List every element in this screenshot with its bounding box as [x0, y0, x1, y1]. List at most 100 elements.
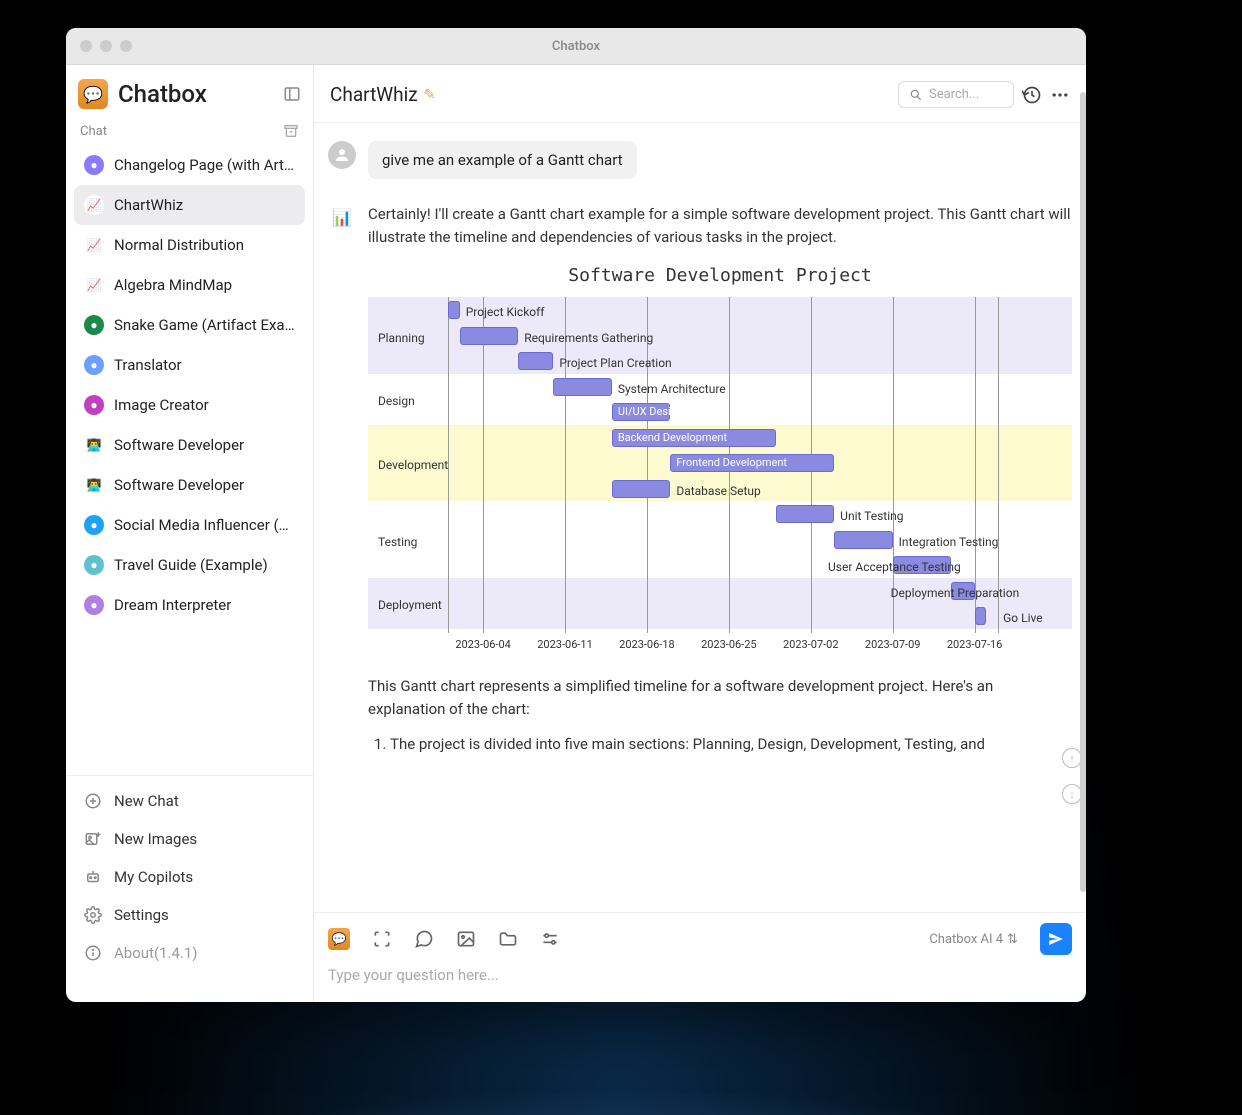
new-images-label: New Images [114, 830, 197, 848]
scroll-indicators[interactable]: ↑ ↓ [1062, 748, 1082, 804]
gantt-bar-label: Frontend Development [676, 454, 787, 471]
sidebar-item-label: Normal Distribution [114, 236, 244, 254]
search-icon [909, 88, 923, 102]
zoom-icon[interactable] [120, 40, 132, 52]
content-pane: ChartWhiz ✎ give me an example of a Gant… [314, 65, 1086, 1002]
sidebar-item-8[interactable]: 👨‍💻Software Developer [74, 465, 305, 505]
new-chat-button[interactable]: New Chat [74, 782, 305, 820]
gantt-bar-label: Integration Testing [899, 533, 999, 552]
gantt-bar-label: Go Live [1003, 609, 1042, 628]
bot-intro-text: Certainly! I'll create a Gantt chart exa… [368, 203, 1072, 250]
sidebar-item-4[interactable]: ●Snake Game (Artifact Exa... [74, 305, 305, 345]
new-images-button[interactable]: New Images [74, 820, 305, 858]
about-button[interactable]: About(1.4.1) [74, 934, 305, 972]
axis-tick: 2023-06-11 [537, 636, 593, 653]
gantt-bar-label: Project Plan Creation [559, 354, 671, 373]
sidebar-item-label: ChartWhiz [114, 196, 183, 214]
chat-list: ●Changelog Page (with Arti...📈ChartWhiz📈… [66, 145, 313, 775]
bot-avatar-icon: 📊 [328, 203, 356, 231]
sidebar-item-2[interactable]: 📈Normal Distribution [74, 225, 305, 265]
chevron-updown-icon: ⇅ [1007, 932, 1018, 947]
settings-label: Settings [114, 906, 169, 924]
history-icon[interactable] [1022, 85, 1042, 105]
search-input[interactable] [929, 87, 997, 102]
sidebar-item-label: Snake Game (Artifact Exa... [114, 316, 295, 334]
messages: give me an example of a Gantt chart 📊 Ce… [314, 123, 1086, 912]
axis-tick: 2023-06-04 [455, 636, 511, 653]
folder-icon[interactable] [498, 929, 518, 949]
bot-outro-text: This Gantt chart represents a simplified… [368, 675, 1072, 722]
settings-button[interactable]: Settings [74, 896, 305, 934]
send-button[interactable] [1040, 923, 1072, 955]
composer: 💬 Chatbox AI 4 ⇅ [314, 912, 1086, 1002]
sidebar-item-11[interactable]: ●Dream Interpreter [74, 585, 305, 625]
sidebar-item-label: Travel Guide (Example) [114, 556, 268, 574]
plus-circle-icon [84, 792, 102, 810]
gantt-bar-label: Project Kickoff [466, 303, 545, 322]
titlebar: Chatbox [66, 28, 1086, 65]
chat-section-label: Chat [80, 124, 107, 139]
sidebar-item-10[interactable]: ●Travel Guide (Example) [74, 545, 305, 585]
close-icon[interactable] [80, 40, 92, 52]
gantt-section-label: Testing [378, 533, 417, 552]
sidebar: 💬 Chatbox Chat ●Changelog Page (with Art… [66, 65, 314, 1002]
composer-input[interactable] [328, 966, 1072, 984]
sidebar-item-6[interactable]: ●Image Creator [74, 385, 305, 425]
thread-title: ChartWhiz ✎ [330, 83, 890, 106]
gantt-bar-label: Unit Testing [840, 507, 903, 526]
gantt-bar-label: Backend Development [618, 429, 727, 446]
traffic-lights[interactable] [80, 40, 132, 52]
sidebar-item-label: Software Developer [114, 436, 244, 454]
user-avatar-icon [328, 141, 356, 169]
gantt-bar-label: Requirements Gathering [524, 329, 653, 348]
gantt-bar [612, 480, 671, 498]
sidebar-item-3[interactable]: 📈Algebra MindMap [74, 265, 305, 305]
scroll-up-icon[interactable]: ↑ [1062, 748, 1082, 768]
archive-icon[interactable] [283, 123, 299, 139]
gantt-bar-label: Deployment Preparation [891, 584, 1020, 603]
sidebar-item-1[interactable]: 📈ChartWhiz [74, 185, 305, 225]
quote-icon[interactable] [414, 929, 434, 949]
new-chat-label: New Chat [114, 792, 179, 810]
sliders-icon[interactable] [540, 929, 560, 949]
minimize-icon[interactable] [100, 40, 112, 52]
model-selector[interactable]: Chatbox AI 4 ⇅ [929, 932, 1018, 947]
bot-list-item: The project is divided into five main se… [390, 733, 1072, 756]
app-title: Chatbox [118, 80, 273, 108]
gantt-bar [834, 531, 893, 549]
sidebar-item-7[interactable]: 👨‍💻Software Developer [74, 425, 305, 465]
user-message: give me an example of a Gantt chart [328, 141, 1072, 179]
select-area-icon[interactable] [372, 929, 392, 949]
send-icon [1047, 930, 1065, 948]
scroll-down-icon[interactable]: ↓ [1062, 784, 1082, 804]
brand-toggle-icon[interactable]: 💬 [328, 928, 350, 950]
my-copilots-button[interactable]: My Copilots [74, 858, 305, 896]
image-icon[interactable] [456, 929, 476, 949]
my-copilots-label: My Copilots [114, 868, 193, 886]
collapse-sidebar-icon[interactable] [283, 85, 301, 103]
gantt-section-label: Development [378, 456, 448, 475]
sidebar-item-label: Software Developer [114, 476, 244, 494]
sidebar-item-9[interactable]: ●Social Media Influencer (E... [74, 505, 305, 545]
axis-tick: 2023-07-16 [947, 636, 1003, 653]
window-title: Chatbox [66, 39, 1086, 54]
image-plus-icon [84, 830, 102, 848]
gantt-bar [448, 301, 460, 319]
gantt-bar [518, 352, 553, 370]
search-box[interactable] [898, 81, 1014, 108]
gantt-section-label: Design [378, 392, 415, 411]
gantt-section-label: Deployment [378, 596, 442, 615]
sidebar-item-0[interactable]: ●Changelog Page (with Arti... [74, 145, 305, 185]
gantt-bar [776, 505, 835, 523]
gantt-section-label: Planning [378, 329, 425, 348]
gantt-chart: Software Development Project 2023-06-042… [368, 262, 1072, 653]
info-icon [84, 944, 102, 962]
axis-tick: 2023-07-09 [865, 636, 921, 653]
more-icon[interactable] [1050, 85, 1070, 105]
sidebar-item-label: Algebra MindMap [114, 276, 232, 294]
gantt-bar [460, 327, 519, 345]
sidebar-item-5[interactable]: ●Translator [74, 345, 305, 385]
scrollbar[interactable] [1080, 92, 1086, 892]
axis-tick: 2023-07-02 [783, 636, 839, 653]
edit-icon[interactable]: ✎ [424, 87, 436, 103]
